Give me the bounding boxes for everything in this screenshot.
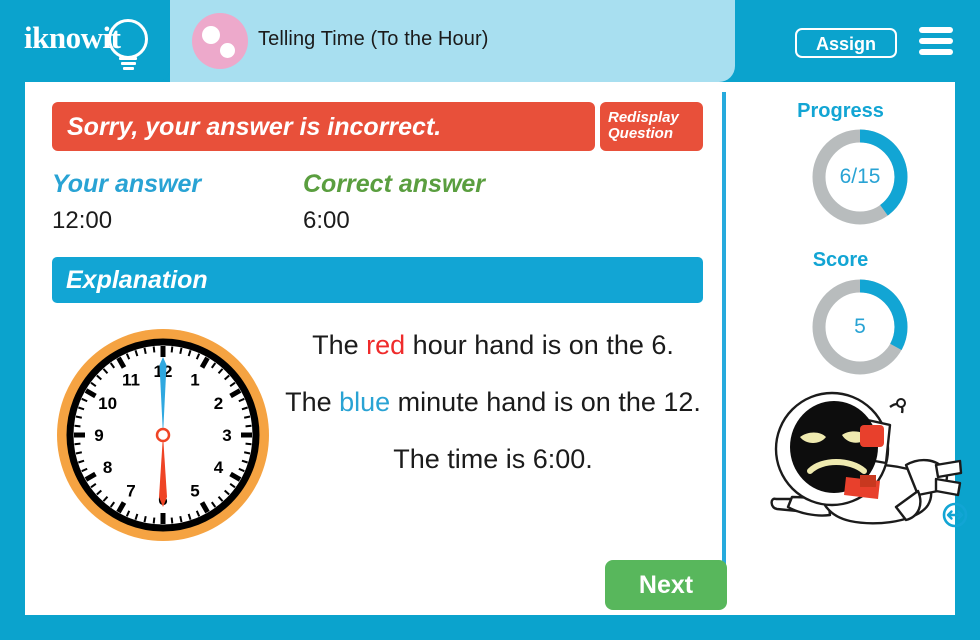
svg-text:11: 11	[122, 371, 140, 390]
app-header: iknowit Telling Time (To the Hour) Assig…	[0, 0, 980, 82]
lightbulb-base-icon	[119, 57, 137, 70]
page-body: Sorry, your answer is incorrect. Redispl…	[25, 82, 968, 615]
result-banner: Sorry, your answer is incorrect.	[52, 102, 595, 151]
score-value: 5	[854, 315, 866, 338]
resize-horizontal-icon[interactable]	[942, 502, 968, 528]
svg-text:8: 8	[103, 458, 112, 477]
redisplay-question-button[interactable]: Redisplay Question	[600, 102, 703, 151]
explanation-heading: Explanation	[66, 266, 208, 294]
svg-text:7: 7	[126, 481, 135, 500]
explanation-text: The red hour hand is on the 6. The blue …	[273, 327, 713, 478]
svg-text:2: 2	[214, 394, 223, 413]
svg-text:5: 5	[190, 481, 199, 500]
explanation-heading-bar: Explanation	[52, 257, 703, 303]
correct-answer-block: Correct answer 6:00	[303, 170, 485, 235]
score-label: Score	[812, 249, 869, 271]
svg-text:9: 9	[94, 426, 103, 445]
your-answer-label: Your answer	[52, 170, 202, 198]
page-title: Telling Time (To the Hour)	[258, 28, 489, 50]
explanation-line-2: The blue minute hand is on the 12.	[285, 387, 701, 417]
svg-text:10: 10	[98, 394, 117, 413]
svg-text:4: 4	[214, 458, 224, 477]
explanation-line-1: The red hour hand is on the 6.	[312, 330, 674, 360]
app-window: iknowit Telling Time (To the Hour) Assig…	[0, 0, 980, 640]
next-button-label: Next	[638, 571, 694, 599]
assign-button[interactable]: Assign	[795, 28, 897, 58]
lesson-title-pill: Telling Time (To the Hour)	[170, 0, 735, 82]
keyword-blue: blue	[339, 387, 391, 417]
iknowit-logo[interactable]: iknowit	[24, 16, 154, 71]
progress-ring: 6/15	[808, 125, 912, 229]
correct-answer-label: Correct answer	[303, 170, 486, 198]
correct-answer-value: 6:00	[303, 207, 350, 234]
logo-block[interactable]: iknowit	[0, 0, 170, 82]
status-sidebar: Progress 6/15 Score 5	[726, 82, 968, 615]
redisplay-question-label: Redisplay Question	[608, 109, 679, 142]
keyword-red: red	[366, 330, 406, 360]
analog-clock-icon: 123456789101112	[53, 325, 273, 545]
your-answer-block: Your answer 12:00	[52, 170, 201, 235]
question-panel: Sorry, your answer is incorrect. Redispl…	[25, 82, 727, 615]
sad-astronaut-icon	[768, 387, 963, 547]
lightbulb-icon	[108, 19, 148, 59]
result-banner-text: Sorry, your answer is incorrect.	[67, 113, 442, 141]
logo-text: iknowit	[24, 20, 121, 55]
explanation-line-3: The time is 6:00.	[393, 444, 593, 474]
pink-circle-dots-icon	[192, 13, 248, 69]
score-ring: 5	[808, 275, 912, 379]
progress-value: 6/15	[839, 165, 881, 188]
your-answer-value: 12:00	[52, 207, 113, 234]
hamburger-menu-icon[interactable]	[919, 27, 953, 55]
svg-text:1: 1	[190, 371, 199, 390]
svg-text:3: 3	[222, 426, 231, 445]
next-button[interactable]: Next	[605, 560, 727, 610]
progress-label: Progress	[797, 100, 884, 122]
